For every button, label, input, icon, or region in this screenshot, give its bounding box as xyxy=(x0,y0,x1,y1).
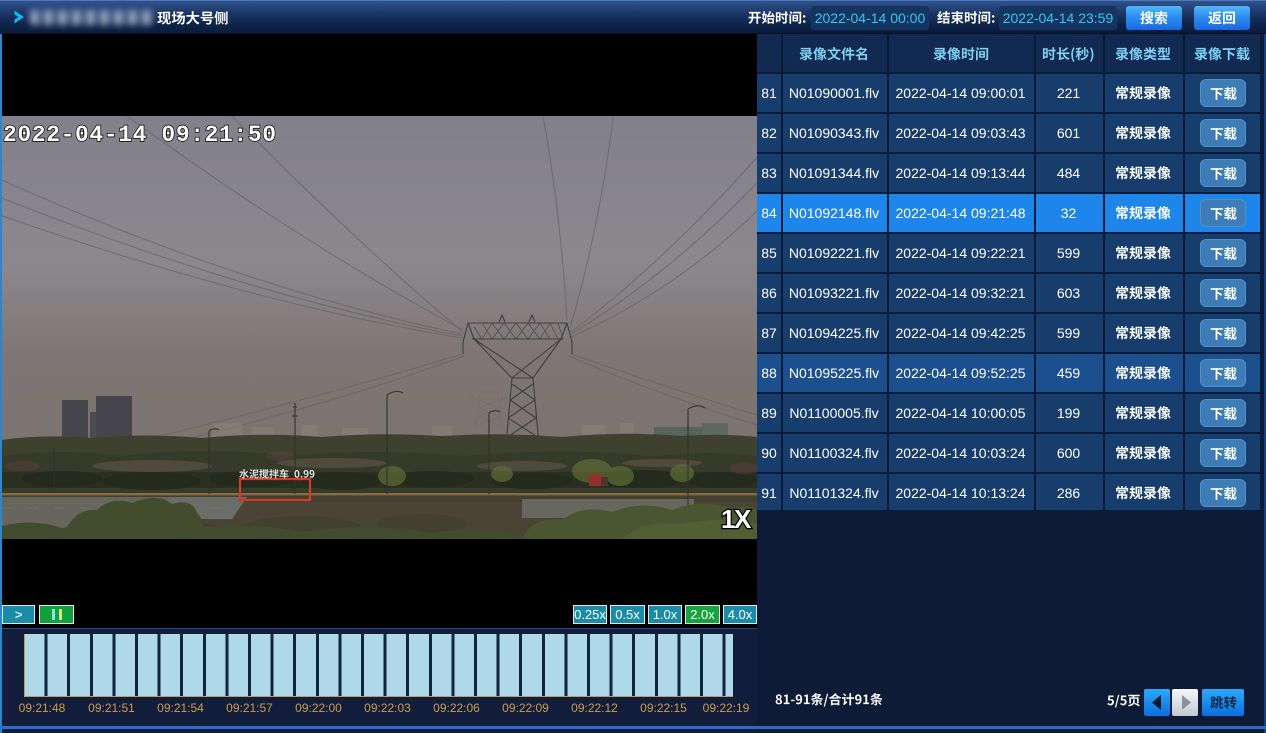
svg-text:1X: 1X xyxy=(721,504,752,534)
svg-text:2022-04-14 09:21:50: 2022-04-14 09:21:50 xyxy=(3,122,277,148)
